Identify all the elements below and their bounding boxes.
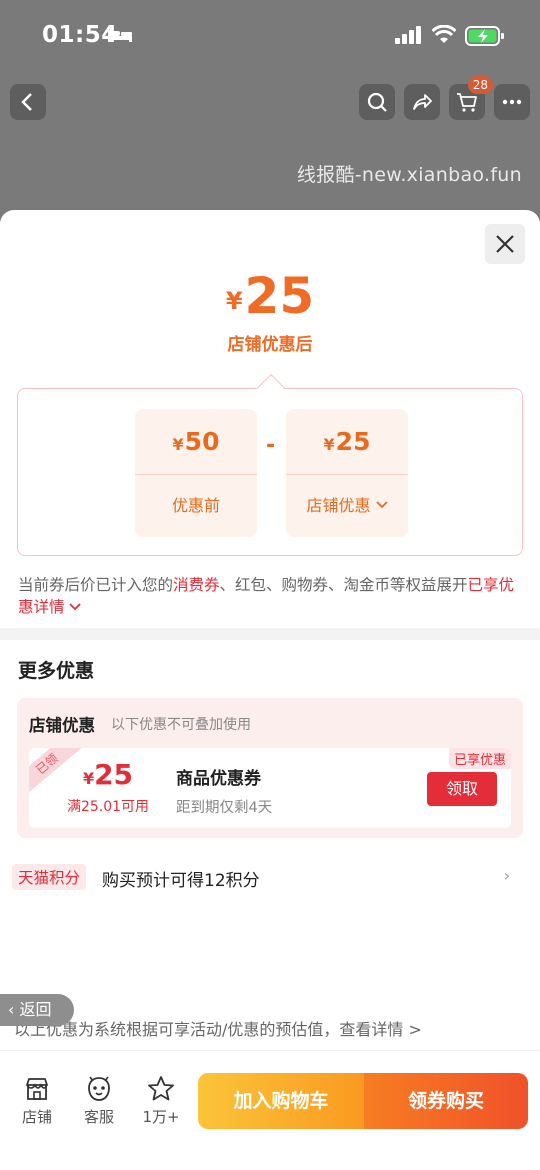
status-time: 01:54: [42, 22, 118, 48]
share-icon: [413, 94, 432, 110]
customer-service-icon: [88, 1076, 110, 1101]
store-discount-amount: ¥25: [286, 409, 408, 475]
original-price-card: ¥50 优惠前: [135, 409, 257, 537]
tmall-points-tag: 天猫积分: [12, 864, 87, 890]
pointer-caret: [256, 373, 286, 403]
chevron-right-icon: ›: [503, 866, 510, 885]
chevron-left-icon: ‹: [8, 1000, 20, 1019]
store-tab[interactable]: 店铺: [12, 1075, 62, 1127]
claim-and-buy-button[interactable]: 领券购买: [364, 1073, 528, 1129]
price-breakdown: ¥50 优惠前 - ¥25 店铺优惠: [17, 373, 523, 556]
return-button[interactable]: ‹ 返回: [0, 994, 74, 1026]
enjoyed-discount-tag: 已享优惠: [448, 748, 511, 769]
watermark-text: 线报酷-new.xianbao.fun: [296, 164, 522, 186]
store-offers-title: 店铺优惠: [29, 716, 95, 735]
service-tab[interactable]: 客服: [74, 1075, 124, 1127]
final-price-currency: ¥: [225, 287, 243, 315]
discount-detail-sheet: ¥25 店铺优惠后 ¥50 优惠前 - ¥25 店铺优惠 当前券后价已计入您的消…: [0, 210, 540, 1170]
store-discount-card[interactable]: ¥25 店铺优惠: [286, 409, 408, 537]
battery-charging-icon: [465, 26, 504, 46]
chevron-down-icon: [375, 501, 388, 509]
coupon-note: 当前券后价已计入您的消费券、红包、购物券、淘金币等权益展开已享优惠详情: [18, 576, 515, 616]
sleep-mode-icon: [108, 30, 132, 42]
favorite-tab[interactable]: 1万+: [136, 1075, 186, 1127]
bottom-action-bar: 店铺 客服 1万+ 加入购物车 领券购买: [0, 1050, 540, 1170]
consumption-voucher-link[interactable]: 消费券: [173, 576, 220, 594]
original-price-label: 优惠前: [171, 496, 220, 515]
section-divider: [0, 628, 540, 640]
cart-count-badge: 28: [467, 76, 493, 94]
estimate-disclaimer[interactable]: 以上优惠为系统根据可享活动/优惠的预估值，查看详情 >: [14, 1016, 422, 1040]
coupon-card: 已领 ¥25 满25.01可用 商品优惠券 距到期仅剩4天 已享优惠 领取: [29, 748, 511, 828]
chevron-down-icon[interactable]: [69, 602, 82, 612]
store-offers-subtitle: 以下优惠不可叠加使用: [111, 717, 251, 733]
add-to-cart-button[interactable]: 加入购物车: [198, 1073, 364, 1129]
final-price-label: 店铺优惠后: [227, 335, 313, 355]
star-icon: [148, 1076, 174, 1101]
status-bar: 01:54: [0, 0, 540, 72]
store-offers-panel: 店铺优惠 以下优惠不可叠加使用 已领 ¥25 满25.01可用 商品优惠券 距到…: [17, 698, 523, 838]
store-icon: [26, 1078, 48, 1100]
close-button[interactable]: [485, 224, 525, 264]
search-button[interactable]: [359, 84, 395, 120]
cart-icon: [457, 93, 477, 112]
search-icon: [367, 92, 387, 112]
back-button[interactable]: [10, 84, 46, 120]
final-price: ¥25: [0, 268, 540, 324]
original-price-amount: ¥50: [135, 409, 257, 475]
coupon-amount: ¥25: [82, 758, 134, 791]
favorite-count-label: 1万+: [142, 1108, 180, 1126]
wifi-icon: [432, 25, 456, 43]
coupon-name: 商品优惠券: [176, 769, 261, 789]
top-navigation: 28: [0, 76, 540, 124]
more-dots-icon: [502, 99, 522, 105]
close-icon: [496, 235, 514, 253]
cellular-signal-icon: [395, 26, 421, 44]
tmall-points-text: 购买预计可得12积分: [102, 871, 260, 891]
tmall-points-row[interactable]: 天猫积分 购买预计可得12积分 ›: [12, 864, 528, 892]
claim-coupon-button[interactable]: 领取: [427, 772, 497, 806]
cart-button[interactable]: 28: [449, 76, 493, 120]
more-offers-title: 更多优惠: [18, 660, 95, 682]
store-tab-label: 店铺: [21, 1108, 52, 1126]
share-button[interactable]: [404, 84, 440, 120]
final-price-amount: 25: [244, 267, 315, 325]
chevron-left-icon: [21, 93, 32, 111]
coupon-expiry: 距到期仅剩4天: [176, 800, 273, 816]
more-button[interactable]: [494, 84, 530, 120]
store-discount-label[interactable]: 店铺优惠: [286, 475, 408, 537]
minus-sign: -: [266, 433, 276, 458]
coupon-condition: 满25.01可用: [66, 799, 150, 815]
service-tab-label: 客服: [83, 1108, 114, 1126]
